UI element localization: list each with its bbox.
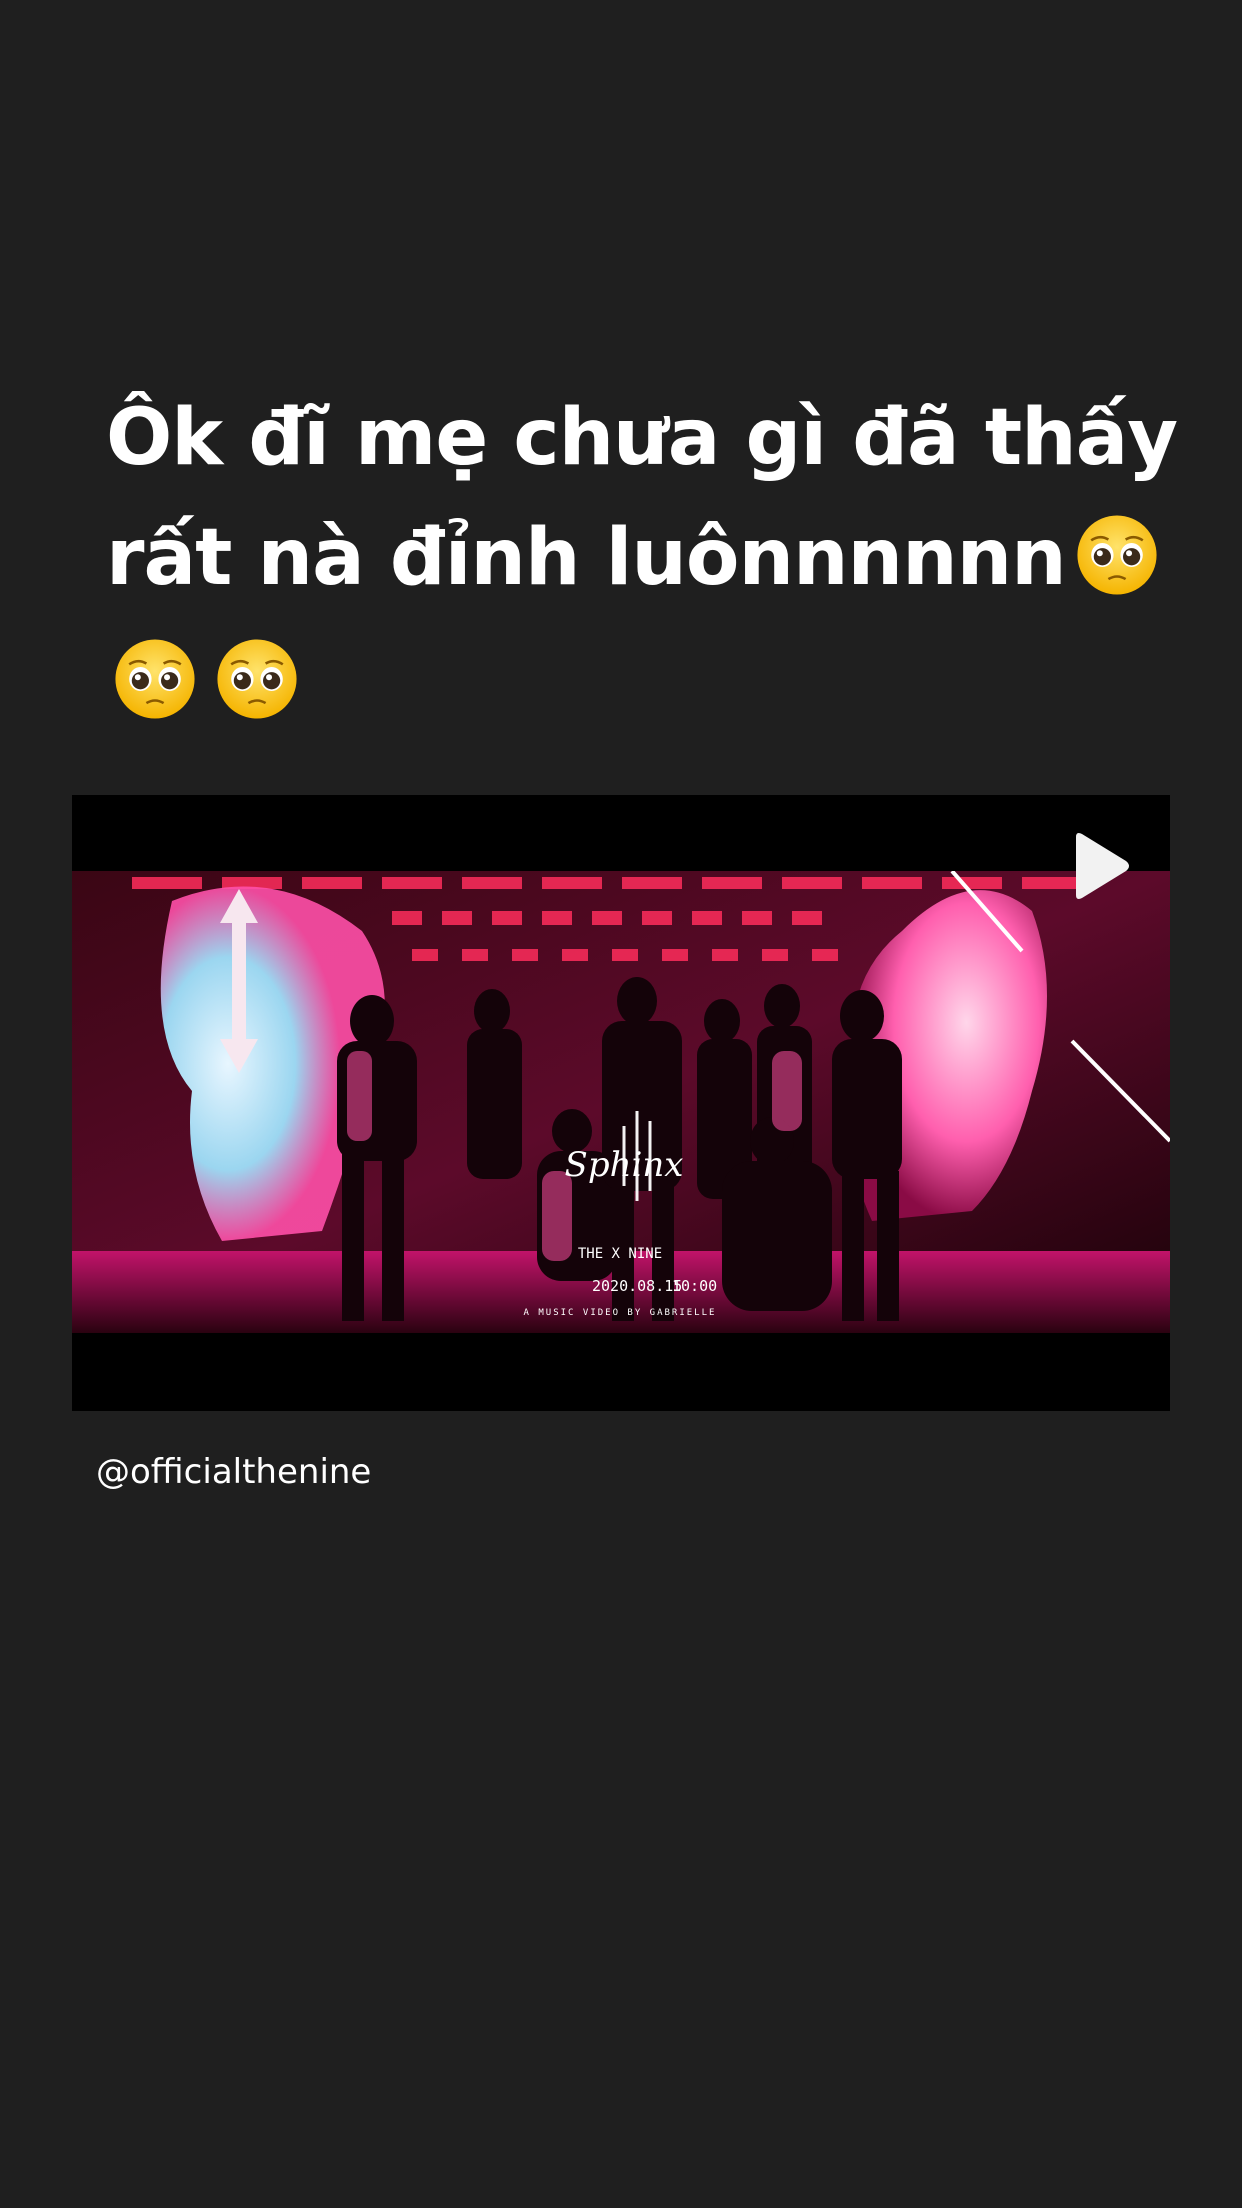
video-embed[interactable]: Sphinx THE X NINE 2020.08.15 10:00 A MUS… [72, 795, 1170, 1411]
video-title-logo: Sphinx [565, 1145, 684, 1185]
video-time: 10:00 [672, 1277, 717, 1295]
emoji-row [112, 636, 300, 722]
pleading-face-icon [112, 636, 198, 722]
caption-text: Ôk đĩ mẹ chưa gì đã thấy rất nà đỉnh luô… [106, 393, 1178, 603]
pleading-face-icon [1074, 512, 1160, 598]
svg-text:THE X NINE: THE X NINE [578, 1246, 662, 1262]
video-date: 2020.08.15 [592, 1277, 682, 1295]
mention-tag[interactable]: @officialthenine [96, 1450, 371, 1494]
video-credit: A MUSIC VIDEO BY GABRIELLE [524, 1308, 717, 1318]
play-icon [1076, 833, 1129, 899]
play-button[interactable] [1068, 831, 1132, 901]
pleading-face-icon [214, 636, 300, 722]
story-caption: Ôk đĩ mẹ chưa gì đã thấy rất nà đỉnh luô… [106, 378, 1196, 618]
video-thumbnail[interactable]: Sphinx THE X NINE 2020.08.15 10:00 A MUS… [72, 871, 1170, 1333]
